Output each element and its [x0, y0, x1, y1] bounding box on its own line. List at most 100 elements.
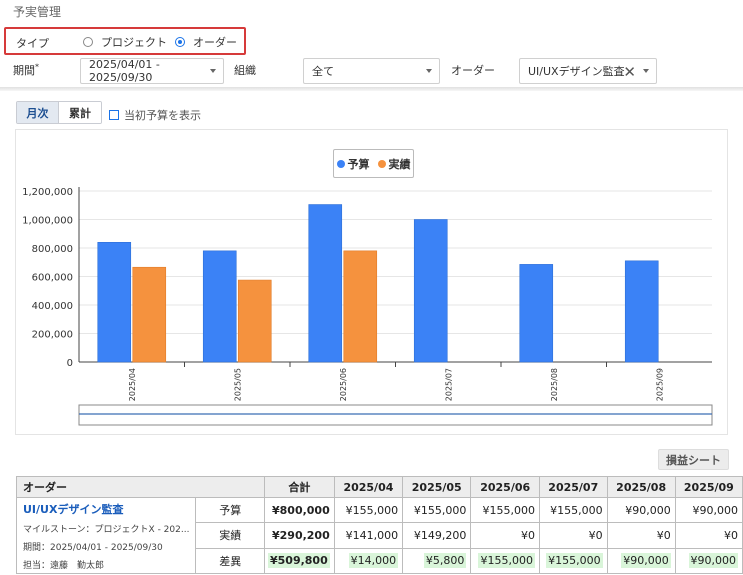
- order-period: 期間：2025/04/01 - 2025/09/30: [23, 543, 163, 553]
- row-label: 予算: [195, 496, 265, 524]
- variance-value: ¥155,000: [478, 553, 535, 569]
- value-cell: ¥90,000: [606, 496, 676, 524]
- checkbox-box[interactable]: [109, 110, 119, 120]
- header-month: 2025/09: [674, 476, 743, 498]
- bar-actual: [132, 266, 167, 363]
- value-cell: ¥155,000: [402, 496, 472, 524]
- value-cell: ¥14,000: [333, 547, 404, 575]
- value-cell: ¥0: [606, 522, 676, 549]
- radio-order-indicator[interactable]: [175, 37, 185, 47]
- period-label: 期間*: [13, 62, 39, 77]
- order-link[interactable]: UI/UXデザイン監査: [23, 501, 189, 517]
- legend-swatch-actual: [377, 159, 386, 168]
- value-cell: ¥90,000: [606, 547, 676, 575]
- org-value: 全て: [312, 65, 334, 78]
- required-mark: *: [35, 62, 39, 72]
- radio-project[interactable]: プロジェクト: [83, 34, 167, 50]
- y-tick-label: 200,000: [32, 330, 73, 341]
- pl-sheet-button[interactable]: 損益シート: [658, 449, 729, 470]
- toggle-monthly[interactable]: 月次: [17, 102, 59, 123]
- org-label: 組織: [234, 64, 256, 77]
- period-value: 2025/04/01 - 2025/09/30: [89, 58, 160, 84]
- period-picker[interactable]: 2025/04/01 - 2025/09/30: [80, 58, 224, 84]
- header-month: 2025/08: [606, 476, 676, 498]
- page-title: 予実管理: [13, 5, 62, 19]
- order-label: オーダー: [451, 64, 495, 77]
- y-tick-label: 1,200,000: [22, 187, 73, 198]
- radio-project-indicator[interactable]: [83, 37, 93, 47]
- bar-budget: [308, 204, 343, 363]
- chevron-down-icon[interactable]: [643, 69, 649, 73]
- bar-actual: [237, 279, 272, 363]
- range-navigator: [78, 404, 713, 426]
- value-cell: ¥155,000: [333, 496, 404, 524]
- header-month: 2025/07: [538, 476, 608, 498]
- bar-budget: [97, 242, 132, 363]
- view-toggle: 月次 累計: [16, 101, 102, 124]
- value-cell: ¥141,000: [333, 522, 404, 549]
- x-tick-label: 2025/06: [339, 368, 348, 401]
- chevron-down-icon[interactable]: [426, 69, 432, 73]
- value-cell: ¥90,000: [674, 496, 743, 524]
- order-owner: 担当：遠藤 勤太郎: [23, 561, 105, 571]
- header-month: 2025/05: [402, 476, 472, 498]
- value-cell: ¥0: [674, 522, 743, 549]
- header-month: 2025/04: [333, 476, 404, 498]
- checkbox-label: 当初予算を表示: [124, 109, 201, 122]
- chevron-down-icon[interactable]: [210, 69, 216, 73]
- toggle-cumulative[interactable]: 累計: [59, 102, 101, 123]
- x-tick-label: 2025/08: [550, 368, 559, 401]
- initial-budget-checkbox[interactable]: 当初予算を表示: [109, 107, 201, 123]
- org-select[interactable]: 全て: [303, 58, 440, 84]
- value-cell: ¥149,200: [402, 522, 472, 549]
- legend-item-actual[interactable]: 実績: [377, 156, 411, 172]
- value-cell: ¥155,000: [470, 547, 540, 575]
- table-header-row: オーダー 合計 2025/04 2025/05 2025/06 2025/07 …: [16, 476, 743, 498]
- total-cell: ¥800,000: [263, 496, 335, 524]
- legend-label-actual: 実績: [388, 157, 411, 171]
- legend-label-budget: 予算: [347, 157, 370, 171]
- legend-swatch-budget: [336, 159, 345, 168]
- value-cell: ¥155,000: [470, 496, 540, 524]
- row-label: 実績: [195, 522, 265, 549]
- order-select[interactable]: UI/UXデザイン監査 ✕: [519, 58, 657, 84]
- variance-value: ¥5,800: [423, 553, 467, 569]
- variance-total: ¥509,800: [267, 553, 330, 569]
- value-cell: ¥0: [470, 522, 540, 549]
- y-tick-label: 1,000,000: [22, 216, 73, 227]
- value-cell: ¥155,000: [538, 496, 608, 524]
- y-tick-label: 800,000: [32, 244, 73, 255]
- table-row-budget: UI/UXデザイン監査 マイルストーン：プロジェクトX - 202... 期間：…: [15, 496, 743, 574]
- order-milestone: マイルストーン：プロジェクトX - 202...: [23, 525, 190, 535]
- divider: [0, 87, 743, 91]
- budget-table: オーダー 合計 2025/04 2025/05 2025/06 2025/07 …: [15, 476, 743, 575]
- variance-value: ¥90,000: [621, 553, 671, 569]
- value-cell: ¥5,800: [402, 547, 472, 575]
- legend-item-budget[interactable]: 予算: [336, 156, 370, 172]
- header-month: 2025/06: [470, 476, 540, 498]
- chart-panel: 0 200,000 400,000 600,000 800,000 1,000,000 1,…: [15, 129, 728, 435]
- clear-icon[interactable]: ✕: [623, 63, 636, 81]
- variance-value: ¥155,000: [546, 553, 603, 569]
- value-cell: ¥0: [538, 522, 608, 549]
- value-cell: ¥90,000: [674, 547, 743, 575]
- radio-order-label[interactable]: オーダー: [193, 34, 237, 50]
- type-selector: タイプ プロジェクト オーダー: [4, 27, 246, 55]
- header-order: オーダー: [16, 476, 265, 498]
- y-tick-label: 600,000: [32, 273, 73, 284]
- variance-value: ¥90,000: [688, 553, 738, 569]
- header-total: 合計: [263, 476, 335, 498]
- bar-actual: [343, 250, 378, 363]
- variance-value: ¥14,000: [348, 553, 399, 569]
- total-cell: ¥509,800: [263, 547, 335, 575]
- type-label: タイプ: [16, 37, 49, 50]
- total-cell: ¥290,200: [263, 522, 335, 549]
- radio-project-label[interactable]: プロジェクト: [101, 34, 167, 50]
- order-cell: UI/UXデザイン監査 マイルストーン：プロジェクトX - 202... 期間：…: [15, 497, 197, 574]
- radio-order[interactable]: オーダー: [175, 34, 237, 50]
- y-tick-label: 0: [67, 358, 73, 369]
- order-value: UI/UXデザイン監査: [528, 65, 625, 78]
- chart-legend: 予算 実績: [333, 149, 414, 178]
- bar-budget: [624, 260, 659, 363]
- bar-budget: [413, 219, 448, 363]
